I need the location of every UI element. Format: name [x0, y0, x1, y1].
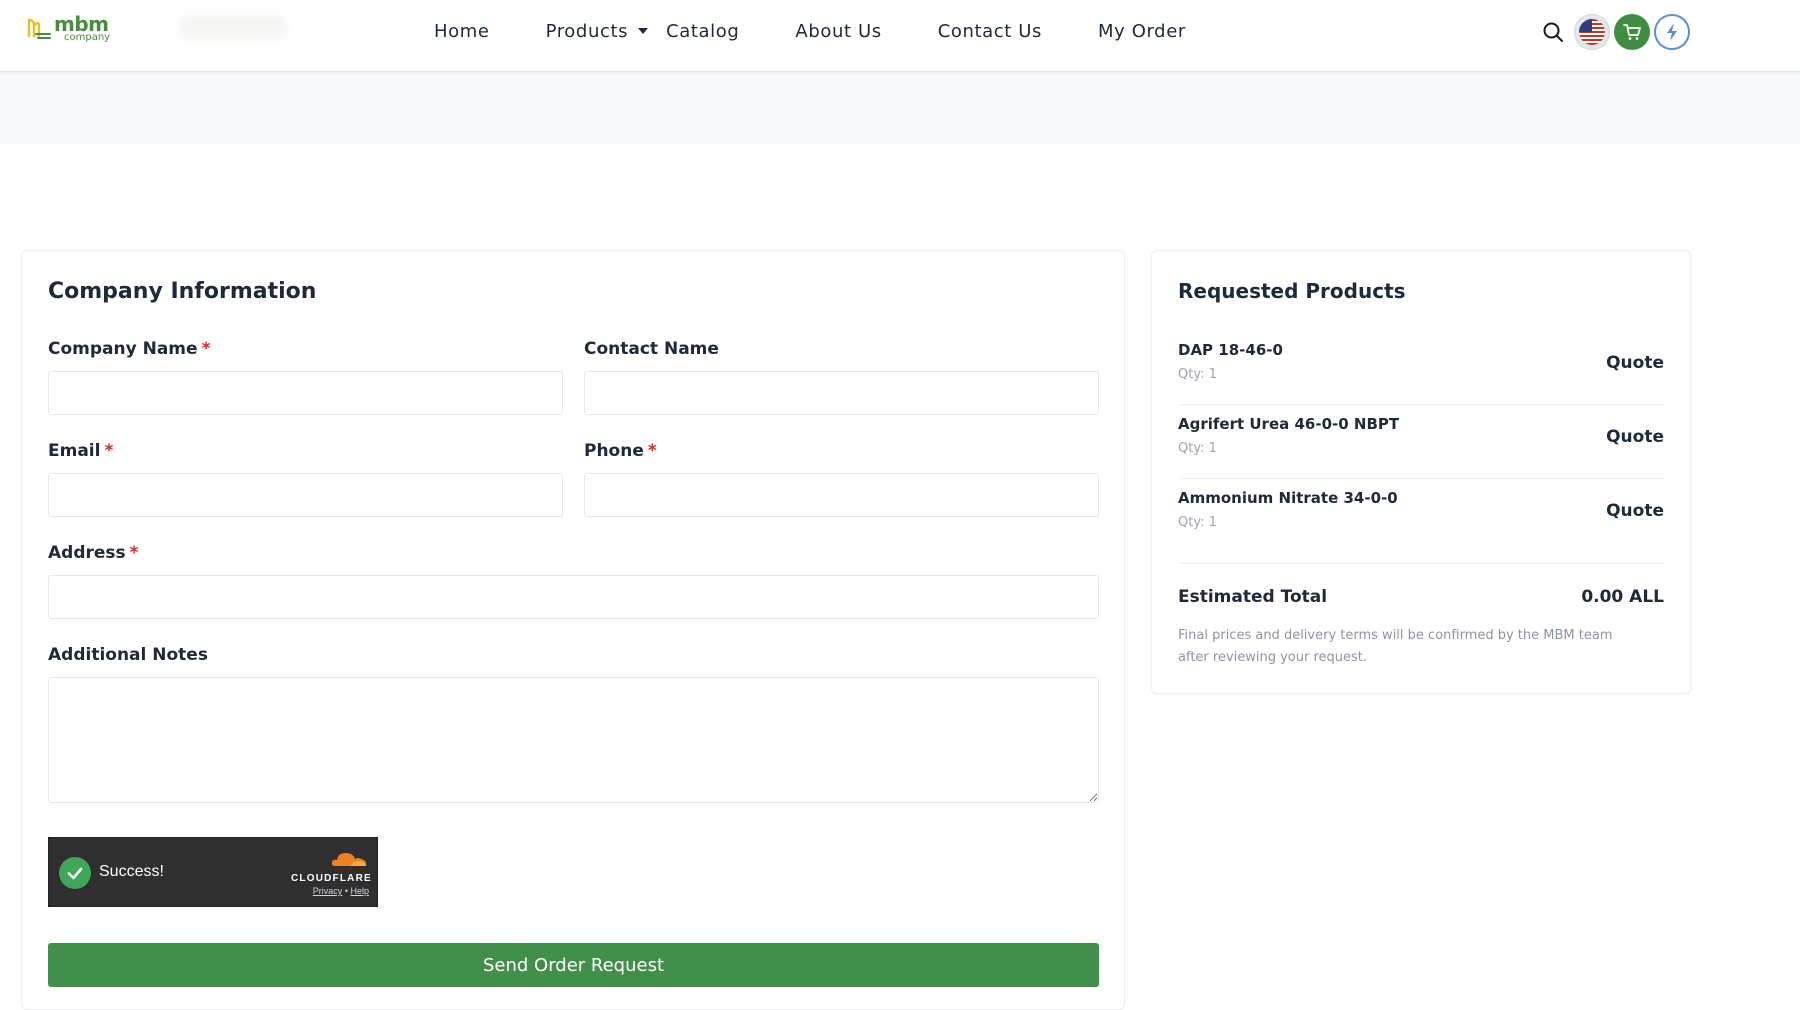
company-name-input[interactable] — [48, 371, 563, 415]
site-header: mbm company Home Products Catalog About … — [0, 0, 1800, 72]
main-nav: Home Products Catalog About Us Contact U… — [434, 0, 1186, 62]
product-qty: Qty: 1 — [1178, 367, 1217, 382]
product-name: Ammonium Nitrate 34-0-0 — [1178, 489, 1398, 507]
requested-products-card: Requested Products DAP 18-46-0 Qty: 1 Qu… — [1151, 250, 1691, 694]
section-title: Company Information — [48, 279, 317, 304]
cart-button[interactable] — [1614, 14, 1650, 50]
required-mark: * — [647, 441, 657, 461]
company-logo[interactable]: mbm company — [26, 14, 110, 43]
additional-notes-textarea[interactable] — [48, 677, 1099, 803]
captcha-privacy-link[interactable]: Privacy — [313, 886, 343, 896]
additional-notes-label: Additional Notes — [48, 645, 208, 665]
captcha-link-separator: • — [344, 886, 348, 896]
email-input[interactable] — [48, 473, 563, 517]
summary-title: Requested Products — [1178, 279, 1406, 303]
phone-label: Phone * — [584, 441, 657, 461]
product-qty: Qty: 1 — [1178, 515, 1217, 530]
check-circle-icon — [59, 857, 91, 889]
product-name: Agrifert Urea 46-0-0 NBPT — [1178, 415, 1400, 433]
cloudflare-captcha-widget[interactable]: Success! CLOUDFLARE Privacy • Help — [48, 837, 378, 907]
blurred-tagline — [178, 14, 288, 40]
page-banner — [0, 72, 1800, 144]
product-price: Quote — [1606, 427, 1664, 447]
search-button[interactable] — [1536, 14, 1570, 50]
nav-about-us[interactable]: About Us — [795, 21, 881, 42]
total-divider — [1178, 563, 1664, 564]
company-name-label: Company Name * — [48, 339, 211, 359]
captcha-help-link[interactable]: Help — [350, 886, 369, 896]
cloudflare-logo: CLOUDFLARE Privacy • Help — [291, 848, 372, 896]
product-price: Quote — [1606, 353, 1664, 373]
send-order-request-button[interactable]: Send Order Request — [48, 943, 1099, 987]
product-price: Quote — [1606, 501, 1664, 521]
user-profile-button[interactable] — [1654, 14, 1690, 50]
cart-icon — [1623, 24, 1641, 40]
pricing-disclaimer: Final prices and delivery terms will be … — [1178, 628, 1613, 665]
contact-name-input[interactable] — [584, 371, 1099, 415]
nav-products-label: Products — [545, 20, 629, 42]
required-mark: * — [201, 339, 211, 359]
logo-text: mbm — [54, 12, 109, 36]
nav-catalog[interactable]: Catalog — [666, 21, 739, 42]
nav-home[interactable]: Home — [434, 21, 490, 42]
caret-down-icon — [638, 28, 649, 34]
required-mark: * — [104, 441, 114, 461]
us-flag-icon — [1579, 19, 1605, 45]
language-button[interactable] — [1574, 14, 1610, 50]
product-row: Ammonium Nitrate 34-0-0 Qty: 1 Quote — [1178, 479, 1664, 553]
required-mark: * — [129, 543, 139, 563]
logo-subtext: company — [64, 32, 111, 43]
estimated-total-label: Estimated Total — [1178, 587, 1328, 607]
search-icon — [1543, 22, 1563, 42]
cloudflare-wordmark: CLOUDFLARE — [291, 873, 372, 884]
estimated-total-value: 0.00 ALL — [1581, 587, 1664, 607]
product-qty: Qty: 1 — [1178, 441, 1217, 456]
captcha-status: Success! — [99, 863, 164, 880]
header-actions — [1536, 14, 1690, 50]
company-information-card: Company Information Company Name * Contac… — [21, 250, 1125, 1010]
email-label: Email * — [48, 441, 114, 461]
product-row: Agrifert Urea 46-0-0 NBPT Qty: 1 Quote — [1178, 405, 1664, 479]
address-input[interactable] — [48, 575, 1099, 619]
user-profile-icon — [1661, 21, 1683, 43]
address-label: Address * — [48, 543, 139, 563]
nav-products[interactable]: Products — [546, 21, 649, 42]
nav-contact-us[interactable]: Contact Us — [938, 21, 1042, 42]
nav-my-order[interactable]: My Order — [1098, 21, 1186, 42]
product-name: DAP 18-46-0 — [1178, 341, 1283, 359]
cloudflare-cloud-icon — [331, 853, 367, 866]
phone-input[interactable] — [584, 473, 1099, 517]
product-row: DAP 18-46-0 Qty: 1 Quote — [1178, 331, 1664, 405]
contact-name-label: Contact Name — [584, 339, 719, 359]
logo-mark-icon — [27, 18, 51, 39]
